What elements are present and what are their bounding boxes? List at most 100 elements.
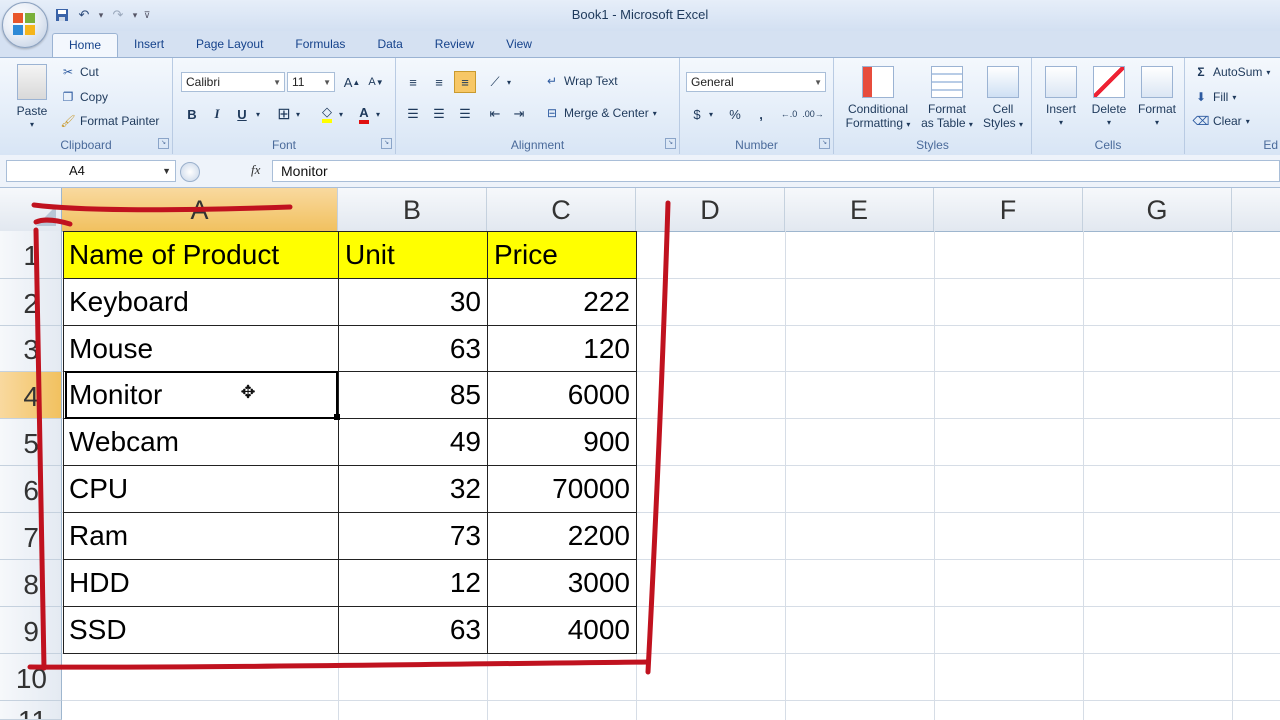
percent-button[interactable]: % [724, 103, 746, 125]
font-color-icon[interactable]: A [353, 103, 375, 125]
fill-color-icon[interactable]: ◇ [316, 103, 338, 125]
cell-a4[interactable]: Monitor [63, 372, 339, 419]
row-header-1[interactable]: 1 [0, 231, 62, 279]
cell-a5[interactable]: Webcam [63, 419, 339, 466]
cell-c5[interactable]: 900 [488, 419, 637, 466]
italic-button[interactable]: I [206, 103, 228, 125]
tab-home[interactable]: Home [52, 33, 119, 59]
cell-b3[interactable]: 63 [339, 326, 488, 372]
cell-a6[interactable]: CPU [63, 466, 339, 513]
cell-b8[interactable]: 12 [339, 560, 488, 607]
insert-cells-button[interactable]: Insert ▾ [1038, 66, 1084, 130]
number-launcher-icon[interactable]: ↘ [819, 138, 830, 149]
column-header-h[interactable] [1232, 188, 1280, 231]
alignment-launcher-icon[interactable]: ↘ [665, 138, 676, 149]
cell-styles-button[interactable]: Cell Styles ▾ [978, 66, 1028, 132]
align-top-icon[interactable]: ≡ [402, 71, 424, 93]
orientation-dropdown-icon[interactable]: ▾ [504, 71, 514, 93]
shrink-font-button[interactable]: A ▼ [365, 71, 387, 93]
align-right-icon[interactable]: ☰ [454, 103, 476, 125]
cell-a7[interactable]: Ram [63, 513, 339, 560]
paste-dropdown-icon[interactable]: ▾ [10, 118, 54, 132]
decrease-indent-icon[interactable]: ⇤ [484, 103, 506, 125]
insert-function-button[interactable]: fx [251, 162, 260, 178]
cell-b7[interactable]: 73 [339, 513, 488, 560]
cell-c3[interactable]: 120 [488, 326, 637, 372]
name-box-dropdown-icon[interactable]: ▼ [162, 161, 171, 181]
format-cells-button[interactable]: Format ▾ [1134, 66, 1180, 130]
grow-font-button[interactable]: A ▲ [341, 71, 363, 93]
cell-a9[interactable]: SSD [63, 607, 339, 654]
formula-bar-expand-icon[interactable] [180, 162, 200, 182]
row-header-5[interactable]: 5 [0, 419, 62, 466]
column-header-a[interactable]: A [62, 188, 338, 231]
underline-dropdown-icon[interactable]: ▾ [253, 103, 263, 125]
tab-review[interactable]: Review [419, 33, 490, 58]
align-left-icon[interactable]: ☰ [402, 103, 424, 125]
fill-handle[interactable] [334, 414, 340, 420]
format-painter-button[interactable]: 🖌 Format Painter [60, 113, 159, 129]
format-as-table-button[interactable]: Format as Table ▾ [918, 66, 976, 132]
cell-c1[interactable]: Price [488, 232, 637, 279]
tab-view[interactable]: View [490, 33, 548, 58]
cell-b4[interactable]: 85 [339, 372, 488, 419]
formula-input[interactable]: Monitor [272, 160, 1280, 182]
column-header-b[interactable]: B [338, 188, 487, 231]
row-header-11[interactable]: 11 [0, 701, 62, 720]
increase-decimal-icon[interactable]: ←.0 [778, 103, 800, 125]
font-size-combo[interactable]: 11 ▼ [287, 72, 335, 92]
name-box[interactable]: A4 ▼ [6, 160, 176, 182]
row-header-9[interactable]: 9 [0, 607, 62, 654]
column-header-e[interactable]: E [785, 188, 934, 231]
cell-b5[interactable]: 49 [339, 419, 488, 466]
cell-a3[interactable]: Mouse [63, 326, 339, 372]
cell-b9[interactable]: 63 [339, 607, 488, 654]
bold-button[interactable]: B [181, 103, 203, 125]
cell-c7[interactable]: 2200 [488, 513, 637, 560]
wrap-text-button[interactable]: ↵ Wrap Text [544, 73, 618, 89]
currency-dropdown-icon[interactable]: ▾ [706, 103, 716, 125]
tab-page-layout[interactable]: Page Layout [180, 33, 279, 58]
row-header-10[interactable]: 10 [0, 654, 62, 701]
column-header-d[interactable]: D [636, 188, 785, 231]
font-color-dropdown-icon[interactable]: ▾ [373, 103, 383, 125]
fill-color-dropdown-icon[interactable]: ▾ [336, 103, 346, 125]
cell-a8[interactable]: HDD [63, 560, 339, 607]
row-header-8[interactable]: 8 [0, 560, 62, 607]
cell-a1[interactable]: Name of Product [63, 232, 339, 279]
decrease-decimal-icon[interactable]: .00→ [802, 103, 824, 125]
conditional-formatting-button[interactable]: Conditional Formatting ▾ [840, 66, 916, 132]
copy-button[interactable]: ❐ Copy [60, 89, 108, 105]
align-center-icon[interactable]: ☰ [428, 103, 450, 125]
cell-b6[interactable]: 32 [339, 466, 488, 513]
merge-center-button[interactable]: ⊟ Merge & Center ▾ [544, 105, 657, 121]
cut-button[interactable]: ✂ Cut [60, 64, 99, 80]
font-name-combo[interactable]: Calibri ▼ [181, 72, 285, 92]
cell-b2[interactable]: 30 [339, 279, 488, 326]
cell-a2[interactable]: Keyboard [63, 279, 339, 326]
column-header-c[interactable]: C [487, 188, 636, 231]
row-header-3[interactable]: 3 [0, 326, 62, 372]
cell-c8[interactable]: 3000 [488, 560, 637, 607]
cell-c4[interactable]: 6000 [488, 372, 637, 419]
row-header-6[interactable]: 6 [0, 466, 62, 513]
borders-icon[interactable]: ⊞ [273, 103, 295, 125]
comma-button[interactable]: , [750, 103, 772, 125]
number-format-combo[interactable]: General ▼ [686, 72, 826, 92]
borders-dropdown-icon[interactable]: ▾ [293, 103, 303, 125]
tab-data[interactable]: Data [361, 33, 418, 58]
row-header-7[interactable]: 7 [0, 513, 62, 560]
row-header-2[interactable]: 2 [0, 279, 62, 326]
tab-insert[interactable]: Insert [118, 33, 180, 58]
tab-formulas[interactable]: Formulas [279, 33, 361, 58]
column-header-f[interactable]: F [934, 188, 1083, 231]
column-header-g[interactable]: G [1083, 188, 1232, 231]
orientation-icon[interactable]: ⟋ [484, 71, 506, 93]
cell-c6[interactable]: 70000 [488, 466, 637, 513]
currency-icon[interactable]: $ [686, 103, 708, 125]
clipboard-launcher-icon[interactable]: ↘ [158, 138, 169, 149]
increase-indent-icon[interactable]: ⇥ [508, 103, 530, 125]
cell-c2[interactable]: 222 [488, 279, 637, 326]
underline-button[interactable]: U [231, 103, 253, 125]
paste-button[interactable]: Paste ▾ [10, 64, 54, 132]
